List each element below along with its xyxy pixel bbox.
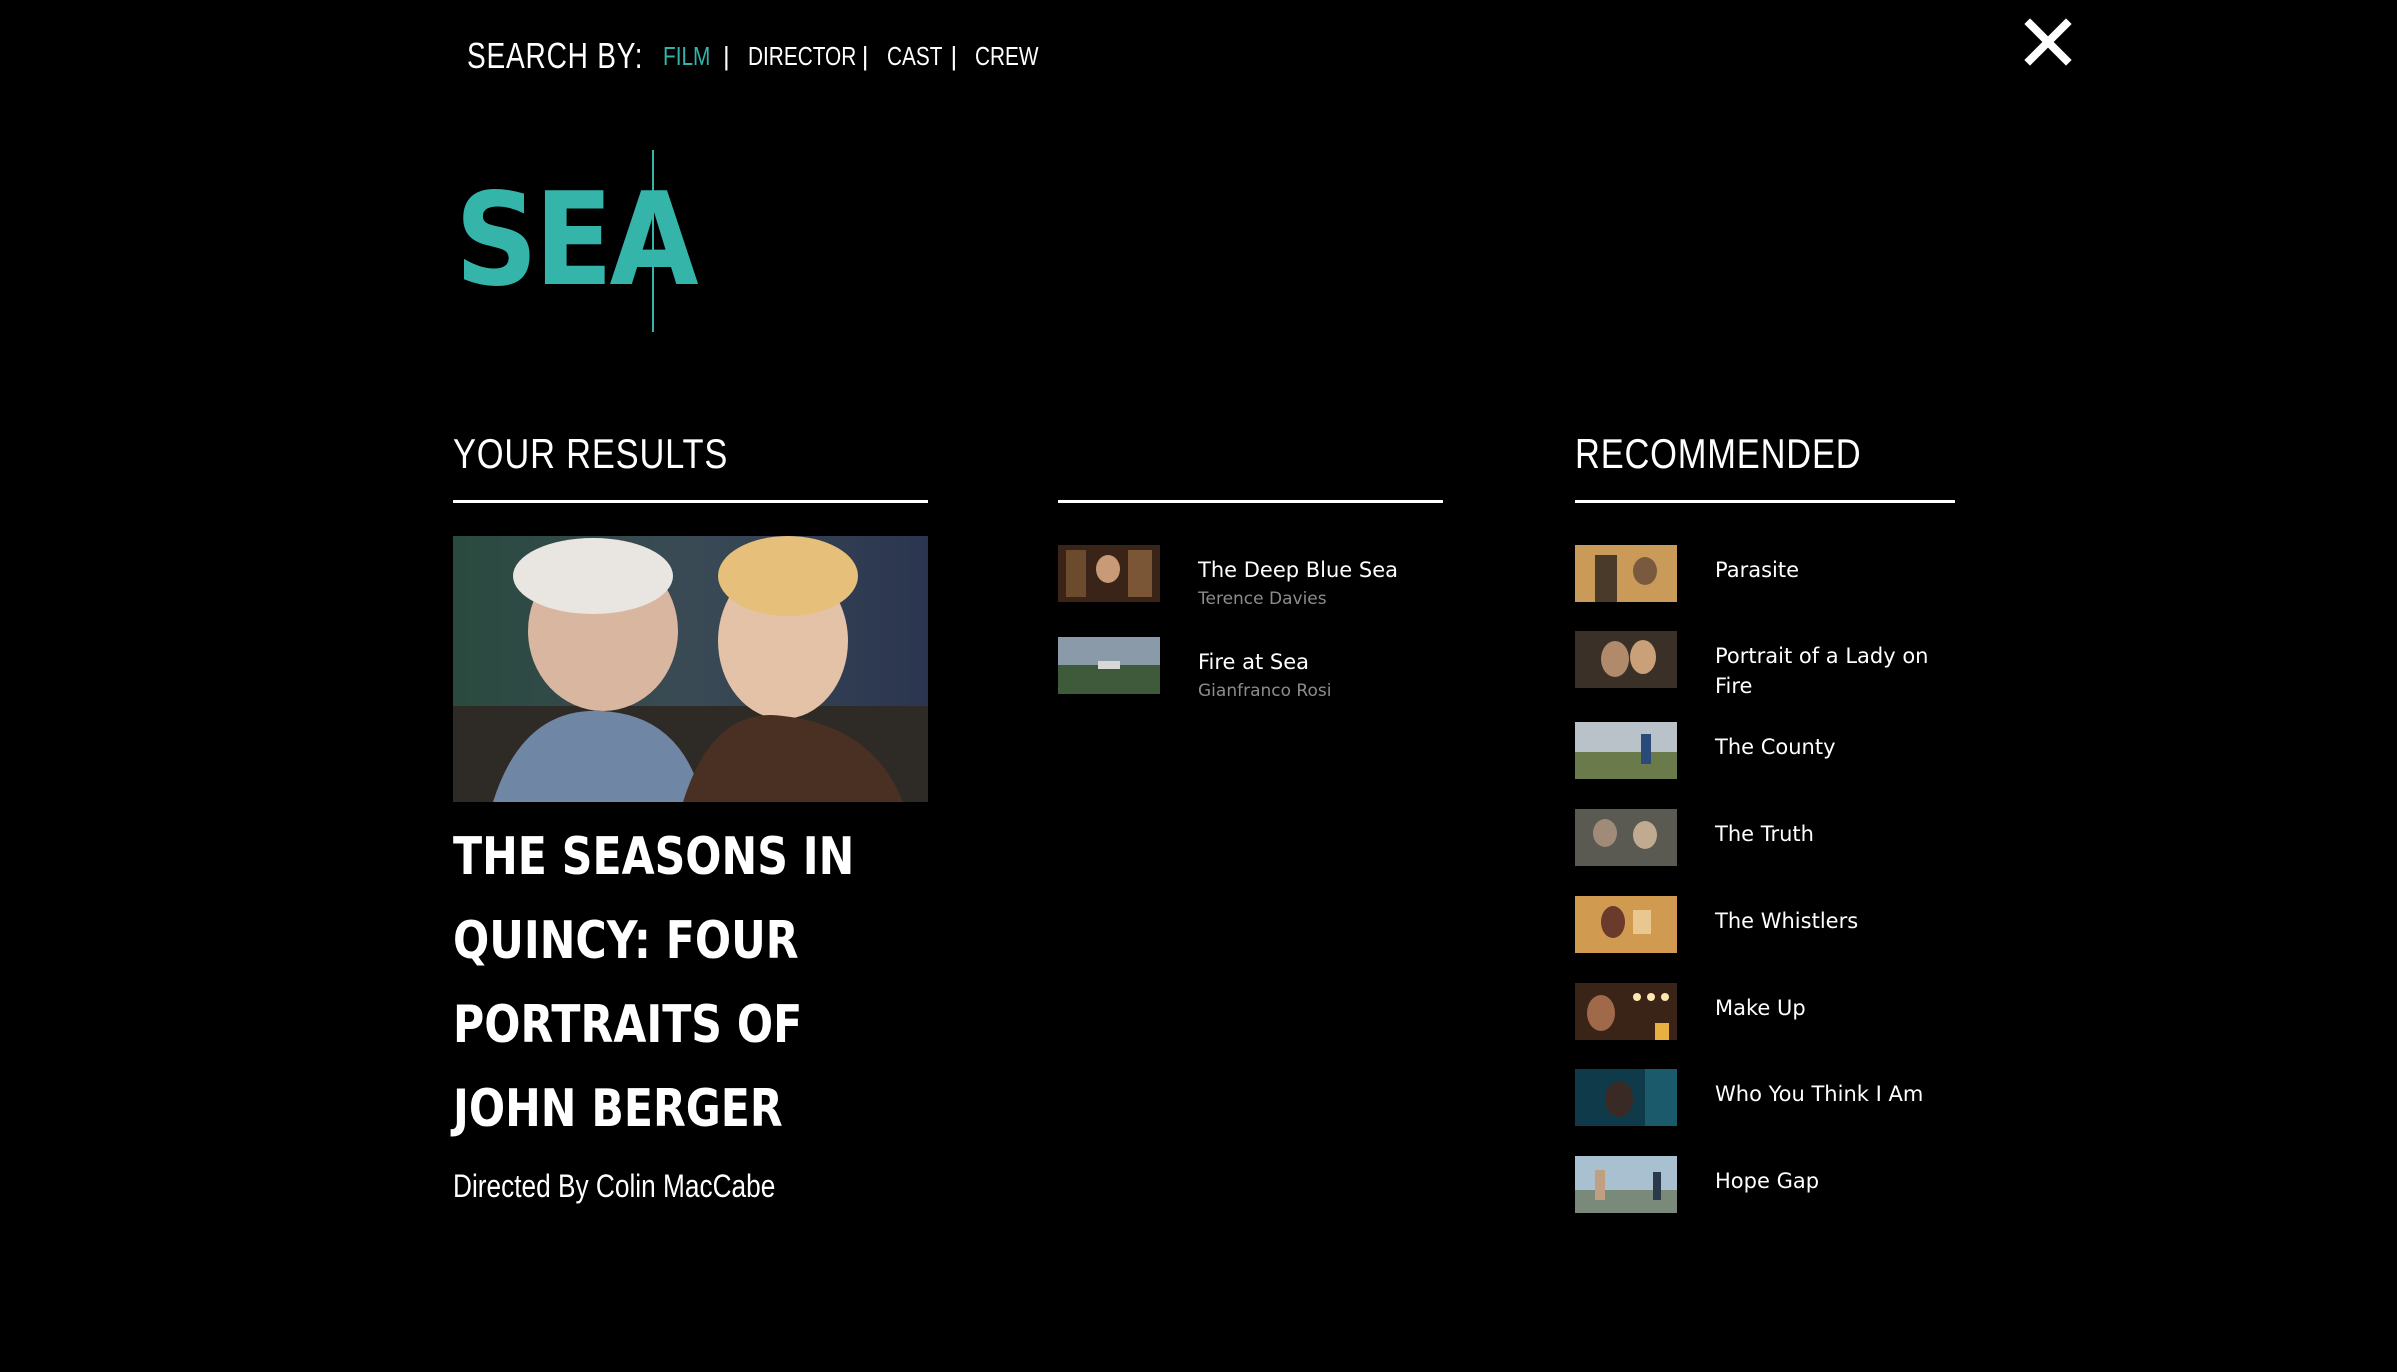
tab-separator: | [723,40,730,71]
recommended-title: The Truth [1715,822,1814,846]
search-by-bar: SEARCH BY: FILM | DIRECTOR | CAST | CREW [467,28,1039,84]
search-by-label: SEARCH BY: [467,35,644,76]
film-thumbnail [1575,722,1677,779]
results-heading: YOUR RESULTS [453,430,729,477]
tab-crew[interactable]: CREW [975,41,1039,72]
search-query-text: SEA [455,166,699,315]
result-title: The Deep Blue Sea [1198,558,1399,582]
film-thumbnail [1575,1156,1677,1213]
featured-film-image[interactable] [453,536,928,802]
featured-film-director: Directed By Colin MacCabe [453,1168,776,1204]
film-thumbnail [1575,545,1677,602]
recommended-item[interactable]: The Whistlers [1575,896,1858,953]
recommended-title: Make Up [1715,996,1806,1020]
filter-tabs: FILM | DIRECTOR | CAST | CREW [637,40,1039,72]
film-thumbnail [1058,545,1160,602]
tab-film[interactable]: FILM [663,41,710,72]
film-thumbnail [1575,809,1677,866]
recommended-title: Who You Think I Am [1715,1082,1924,1106]
close-icon [2024,18,2072,66]
film-thumbnail [1575,983,1677,1040]
tab-separator: | [950,40,958,71]
film-thumbnail [1575,1069,1677,1126]
film-thumbnail [1575,631,1677,688]
recommended-title: Hope Gap [1715,1169,1820,1193]
recommended-item[interactable]: Hope Gap [1575,1156,1819,1213]
recommended-divider [1575,500,1955,503]
recommended-title: The County [1715,735,1836,759]
result-director: Gianfranco Rosi [1198,681,1332,701]
tab-cast[interactable]: CAST [887,41,942,72]
recommended-item[interactable]: The County [1575,722,1836,779]
film-thumbnail [1058,637,1160,694]
result-title: Fire at Sea [1198,650,1310,674]
film-thumbnail [1575,896,1677,953]
close-button[interactable] [2022,16,2074,68]
recommended-title: Parasite [1715,558,1800,582]
recommended-title: The Whistlers [1715,909,1859,933]
recommended-item[interactable]: Who You Think I Am [1575,1069,1923,1126]
search-input[interactable]: SEA [455,150,722,332]
recommended-item[interactable]: Make Up [1575,983,1806,1040]
recommended-heading: RECOMMENDED [1575,430,1862,477]
recommended-item[interactable]: Portrait of a Lady on Fire [1575,631,1945,701]
result-item[interactable]: The Deep Blue Sea Terence Davies [1058,545,1398,609]
results-divider [453,500,928,503]
recommended-item[interactable]: The Truth [1575,809,1814,866]
tab-separator: | [861,40,869,71]
result-item[interactable]: Fire at Sea Gianfranco Rosi [1058,637,1331,701]
featured-film-title[interactable]: THE SEASONS IN QUINCY: FOUR PORTRAITS OF… [453,815,879,1151]
text-caret [652,150,654,332]
results-divider-secondary [1058,500,1443,503]
tab-director[interactable]: DIRECTOR [748,41,856,72]
result-director: Terence Davies [1198,589,1327,609]
recommended-title: Portrait of a Lady on Fire [1715,644,1929,698]
recommended-item[interactable]: Parasite [1575,545,1799,602]
